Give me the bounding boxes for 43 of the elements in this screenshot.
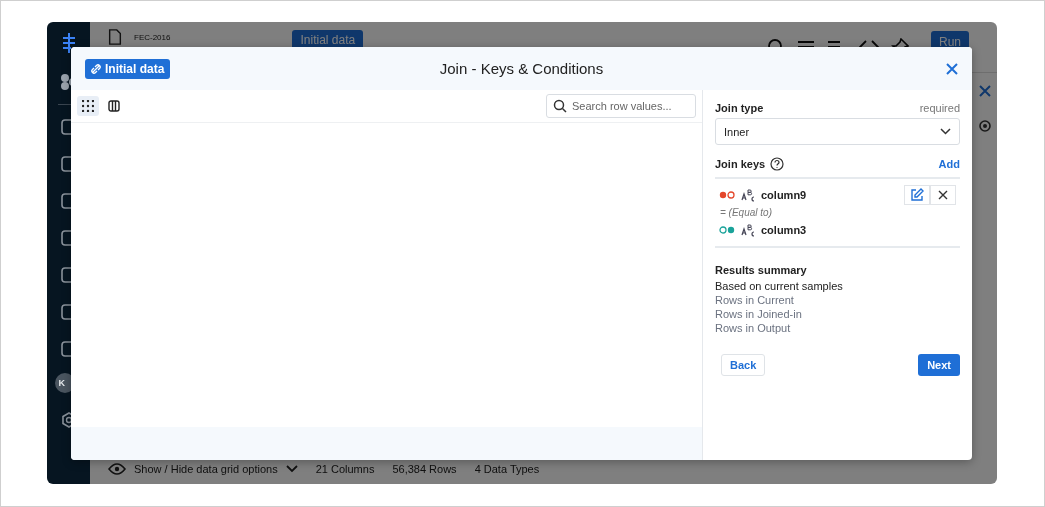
summary-row-label: Rows in Output	[715, 322, 792, 334]
eye-icon[interactable]	[108, 463, 126, 475]
venn-dots-icon	[719, 226, 735, 234]
required-hint: required	[919, 102, 960, 114]
join-type-select[interactable]: Inner	[715, 118, 960, 145]
join-type-label: Join type	[715, 102, 764, 114]
help-icon[interactable]	[770, 157, 785, 171]
grid-stat: 4 Data Types	[474, 463, 540, 475]
venn-dots-icon	[719, 191, 735, 199]
remove-button[interactable]	[930, 185, 956, 205]
close-icon	[938, 190, 948, 200]
summary-subtitle: Based on current samples	[715, 280, 844, 292]
grid-stat: 21 Columns	[315, 463, 375, 475]
add-link[interactable]: Add	[938, 158, 960, 170]
chevron-down-icon[interactable]	[285, 465, 298, 473]
join-operator: = (Equal to)	[719, 207, 773, 218]
column-name: column3	[761, 224, 807, 236]
text-type-icon	[741, 223, 755, 237]
edit-button[interactable]	[904, 185, 930, 205]
dataset-badge[interactable]: Initial data	[85, 58, 171, 79]
summary-row-label: Rows in Current	[715, 294, 795, 306]
back-button[interactable]: Back	[721, 354, 766, 376]
summary-row-label: Rows in Joined-in	[715, 308, 803, 320]
columns-icon	[108, 100, 120, 112]
column-name: column9	[761, 189, 807, 201]
chevron-down-icon	[940, 128, 951, 135]
grid-stat: 56,384 Rows	[392, 463, 457, 475]
summary-title: Results summary	[715, 264, 808, 276]
join-keys-label: Join keys	[715, 158, 766, 170]
link-icon	[91, 63, 101, 74]
dataset-badge[interactable]: Initial data	[292, 30, 364, 50]
grid-icon	[82, 100, 94, 112]
grid-view-toggle[interactable]	[77, 96, 99, 116]
close-icon[interactable]	[979, 85, 991, 97]
close-icon[interactable]	[946, 62, 958, 75]
document-icon	[108, 29, 122, 45]
text-type-icon	[741, 188, 755, 202]
next-button[interactable]: Next	[918, 354, 960, 376]
project-name: FEC-2016	[134, 32, 171, 42]
search-field[interactable]: Search row values...	[546, 94, 696, 118]
grid-options-toggle[interactable]: Show / Hide data grid options	[134, 463, 278, 475]
dialog-title: Join - Keys & Conditions	[439, 60, 604, 77]
edit-icon	[910, 188, 924, 202]
